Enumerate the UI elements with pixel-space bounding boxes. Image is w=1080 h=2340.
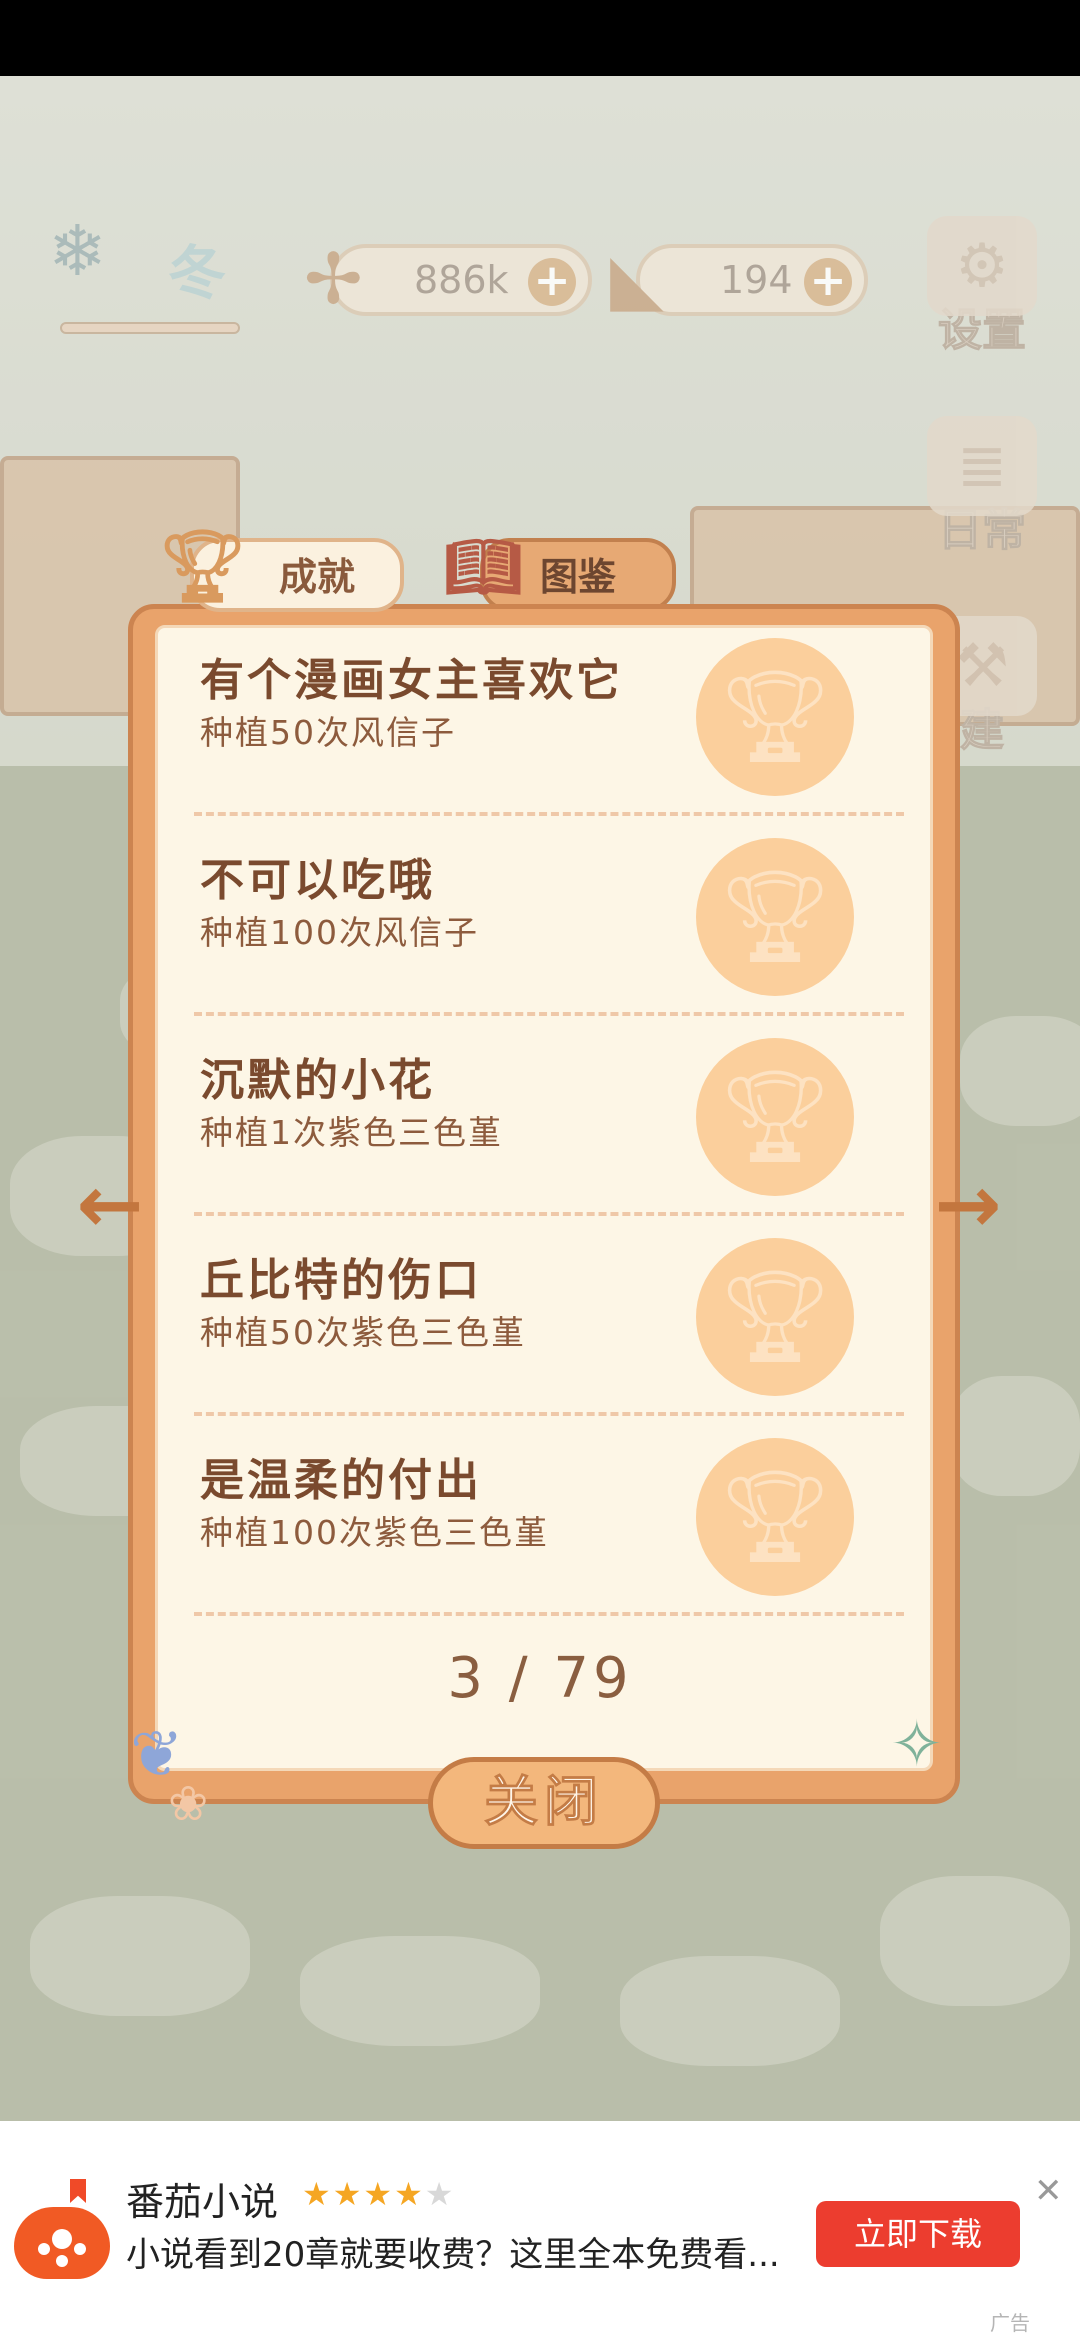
achievement-panel: 有个漫画女主喜欢它 种植50次风信子 🏆︎ 不可以吃哦 种植100次风信子 🏆︎… xyxy=(128,604,960,1804)
fish-count: 886k xyxy=(414,258,509,302)
achievement-item: 是温柔的付出 种植100次紫色三色堇 🏆︎ xyxy=(194,1428,904,1628)
achievement-title: 有个漫画女主喜欢它 xyxy=(200,655,623,706)
achievement-desc: 种植50次风信子 xyxy=(200,713,456,752)
snowman-tree-icon: ❄ xyxy=(48,210,107,292)
fish-currency: ✢ 886k + xyxy=(304,238,592,320)
tomato-app-logo-icon xyxy=(14,2207,110,2279)
tab-collection[interactable]: 📖︎ 图鉴 xyxy=(444,530,676,612)
season-label: 冬 xyxy=(168,239,227,307)
gear-icon: ⚙ xyxy=(927,216,1037,316)
butterfly-icon: ❀ xyxy=(168,1776,209,1832)
divider xyxy=(194,1012,904,1016)
fish-bone-icon: ✢ xyxy=(304,238,363,320)
add-fish-button[interactable]: + xyxy=(528,258,576,306)
next-page-arrow-icon[interactable]: → xyxy=(928,1165,1008,1245)
achievement-desc: 种植1次紫色三色堇 xyxy=(200,1113,503,1152)
daily-button[interactable]: ≣ 日常 xyxy=(922,416,1042,558)
achievement-item: 沉默的小花 种植1次紫色三色堇 🏆︎ xyxy=(194,1028,904,1228)
trophy-medal-icon: 🏆︎ xyxy=(696,1438,854,1596)
trophy-medal-icon: 🏆︎ xyxy=(696,638,854,796)
scroll-icon: ≣ xyxy=(927,416,1037,516)
ad-app-name: 番茄小说 xyxy=(126,2180,279,2224)
tab-collection-label: 图鉴 xyxy=(539,555,616,599)
achievement-list: 有个漫画女主喜欢它 种植50次风信子 🏆︎ 不可以吃哦 种植100次风信子 🏆︎… xyxy=(155,625,933,1771)
achievement-item: 不可以吃哦 种植100次风信子 🏆︎ xyxy=(194,828,904,1028)
rating-stars-icon: ★★★★★ xyxy=(302,2175,456,2213)
divider xyxy=(194,812,904,816)
divider xyxy=(194,1212,904,1216)
trophy-medal-icon: 🏆︎ xyxy=(696,1238,854,1396)
achievement-title: 是温柔的付出 xyxy=(200,1455,482,1506)
trophy-medal-icon: 🏆︎ xyxy=(696,1038,854,1196)
dragonfly-icon: ✧ xyxy=(890,1708,944,1782)
ad-description: 小说看到20章就要收费？这里全本免费看... xyxy=(126,2235,780,2275)
season-badge[interactable]: ❄ 冬 xyxy=(38,196,268,316)
divider xyxy=(194,1612,904,1616)
achievement-item: 有个漫画女主喜欢它 种植50次风信子 🏆︎ xyxy=(194,628,904,828)
tab-achievements-label: 成就 xyxy=(278,555,355,599)
trophy-medal-icon: 🏆︎ xyxy=(696,838,854,996)
bookmark-icon xyxy=(70,2179,86,2203)
achievement-item: 丘比特的伤口 种植50次紫色三色堇 🏆︎ xyxy=(194,1228,904,1428)
cheese-currency: ◣ 194 + xyxy=(610,238,868,320)
tab-achievements[interactable]: 🏆︎ 成就 xyxy=(158,525,404,612)
game-scene: ❄ 冬 ✢ 886k + ◣ 194 + ⚙ 设置 ≣ 日常 ⚒ 建 📖︎ 图鉴… xyxy=(0,76,1080,2121)
status-bar xyxy=(0,0,1080,76)
close-icon[interactable]: ✕ xyxy=(1034,2171,1063,2211)
cheese-count: 194 xyxy=(720,258,793,302)
ad-tag: 广告 xyxy=(990,2311,1030,2335)
season-progress-bar xyxy=(60,322,240,334)
divider xyxy=(194,1412,904,1416)
achievement-title: 沉默的小花 xyxy=(200,1055,435,1106)
book-icon: 📖︎ xyxy=(444,530,523,603)
settings-button[interactable]: ⚙ 设置 xyxy=(922,216,1042,358)
achievement-desc: 种植50次紫色三色堇 xyxy=(200,1313,526,1352)
achievement-title: 不可以吃哦 xyxy=(200,855,435,906)
page-indicator: 3 / 79 xyxy=(447,1646,633,1711)
achievement-desc: 种植100次紫色三色堇 xyxy=(200,1513,549,1552)
trophy-icon: 🏆︎ xyxy=(158,525,247,607)
achievement-title: 丘比特的伤口 xyxy=(200,1255,482,1306)
add-cheese-button[interactable]: + xyxy=(804,258,852,306)
download-button[interactable]: 立即下载 xyxy=(816,2201,1020,2267)
ad-banner[interactable]: 番茄小说 ★★★★★ 小说看到20章就要收费？这里全本免费看... 立即下载 ✕… xyxy=(0,2121,1080,2340)
close-button[interactable]: 关闭 xyxy=(428,1757,660,1849)
prev-page-arrow-icon[interactable]: ← xyxy=(70,1165,150,1245)
cheese-icon: ◣ xyxy=(610,238,664,320)
achievement-desc: 种植100次风信子 xyxy=(200,913,479,952)
